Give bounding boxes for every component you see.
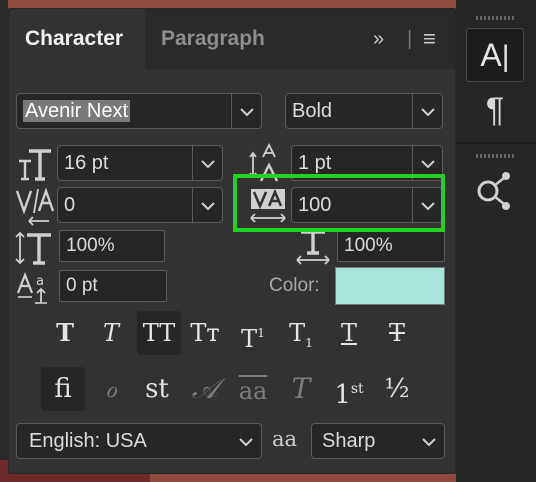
character-panel-button[interactable]: A| <box>466 28 524 82</box>
chevron-down-icon <box>231 94 261 128</box>
tab-paragraph[interactable]: Paragraph <box>161 9 265 69</box>
font-family-value: Avenir Next <box>23 100 131 122</box>
stylistic-alternates-button[interactable]: aa <box>231 367 275 411</box>
font-style-value: Bold <box>292 100 333 122</box>
strip-divider <box>456 142 536 144</box>
faux-bold-button[interactable]: T <box>43 311 87 355</box>
horizontal-scale-input[interactable]: 100% <box>337 230 445 262</box>
color-label: Color: <box>269 275 320 296</box>
ordinals-button[interactable]: 1st <box>327 367 371 411</box>
titling-alternates-button[interactable]: T <box>279 367 323 411</box>
font-size-select[interactable]: 16 pt <box>57 145 223 181</box>
faux-italic-button[interactable]: T <box>89 311 133 355</box>
discretionary-ligatures-button[interactable]: st <box>135 367 179 411</box>
svg-text:a: a <box>36 274 44 289</box>
superscript-mark: 1 <box>257 326 265 340</box>
chevron-down-icon <box>412 94 442 128</box>
font-size-icon <box>17 147 53 183</box>
chevron-down-icon <box>231 424 261 458</box>
panel-dock-strip: A| ¶ <box>456 0 536 482</box>
swash-button[interactable]: 𝒜 <box>183 367 227 411</box>
font-family-select[interactable]: Avenir Next <box>16 93 262 129</box>
leading-value: 1 pt <box>298 152 332 174</box>
kerning-select[interactable]: 0 <box>57 187 223 223</box>
kerning-icon <box>15 187 55 227</box>
subscript-button[interactable]: T1 <box>279 311 323 355</box>
strikethrough-button[interactable]: T <box>375 311 419 355</box>
tracking-highlight-box <box>233 174 445 232</box>
fractions-button[interactable]: ½ <box>375 367 419 411</box>
superscript-button[interactable]: T1 <box>231 311 275 355</box>
font-size-value: 16 pt <box>64 152 109 174</box>
tab-divider: | <box>407 28 413 50</box>
horizontal-scale-icon <box>293 229 333 265</box>
dock-grip[interactable] <box>476 154 516 158</box>
ordinals-suffix: st <box>350 381 364 397</box>
character-icon: A <box>480 37 502 73</box>
panel-tab-bar: Character Paragraph » | ≡ <box>9 9 455 69</box>
chevron-down-icon <box>192 146 222 180</box>
subscript-letter: T <box>289 319 306 347</box>
tab-character[interactable]: Character <box>9 9 145 69</box>
paragraph-icon: ¶ <box>485 91 505 129</box>
vertical-scale-input[interactable]: 100% <box>59 230 165 262</box>
kerning-value: 0 <box>64 194 76 216</box>
superscript-letter: T <box>241 325 258 353</box>
underline-button[interactable]: T <box>327 311 371 355</box>
anti-alias-select[interactable]: Sharp <box>311 423 445 459</box>
dock-grip[interactable] <box>476 16 516 20</box>
color-swatch[interactable] <box>335 267 445 305</box>
standard-ligatures-button[interactable]: fi <box>41 367 85 411</box>
chevron-down-icon <box>414 424 444 458</box>
language-value: English: USA <box>29 430 147 452</box>
all-caps-button[interactable]: TT <box>137 311 181 355</box>
anti-alias-icon: aa <box>272 427 298 451</box>
font-style-select[interactable]: Bold <box>285 93 443 129</box>
glyphs-panel-button[interactable] <box>466 164 524 218</box>
background-frame <box>0 0 8 482</box>
old-style-button[interactable]: ℴ <box>89 367 133 411</box>
anti-alias-value: Sharp <box>322 430 376 452</box>
small-caps-button[interactable]: Tт <box>183 311 227 355</box>
character-panel: Character Paragraph » | ≡ Avenir Next Bo… <box>8 8 456 474</box>
language-select[interactable]: English: USA <box>16 423 262 459</box>
share-nodes-icon <box>477 172 510 210</box>
ordinals-number: 1 <box>334 380 351 410</box>
baseline-shift-input[interactable]: 0 pt <box>59 270 167 302</box>
paragraph-panel-button[interactable]: ¶ <box>466 84 524 138</box>
chevron-down-icon <box>192 188 222 222</box>
panel-menu-icon[interactable]: ≡ <box>423 27 436 51</box>
expand-icon[interactable]: » <box>373 27 384 51</box>
baseline-shift-icon: a <box>16 271 57 305</box>
vertical-scale-icon <box>15 231 55 265</box>
subscript-mark: 1 <box>305 336 313 350</box>
